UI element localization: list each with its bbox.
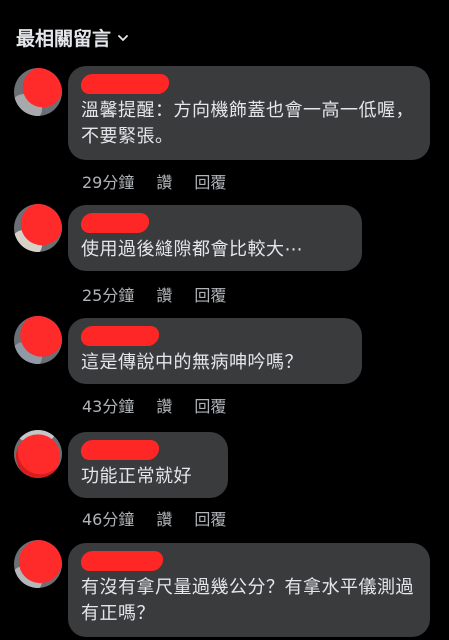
redacted-author-name[interactable] — [79, 326, 161, 346]
comment-timestamp: 25分鐘 — [82, 286, 135, 305]
comment-text: 溫馨提醒：方向機飾蓋也會一高一低喔，不要緊張。 — [81, 100, 414, 147]
most-relevant-comments-filter[interactable]: 最相關留言 — [16, 24, 129, 51]
redacted-author-name[interactable] — [79, 74, 171, 94]
avatar[interactable] — [14, 430, 62, 478]
comment-text: 使用過後縫隙都會比較大⋯ — [81, 239, 303, 260]
avatar[interactable] — [14, 316, 62, 364]
comment-bubble: 溫馨提醒：方向機飾蓋也會一高一低喔，不要緊張。 — [68, 66, 430, 160]
comment-bubble: 這是傳說中的無病呻吟嗎？ — [68, 318, 362, 384]
like-button[interactable]: 讚 — [156, 169, 172, 193]
redacted-author-name[interactable] — [79, 213, 151, 233]
comment-bubble: 有沒有拿尺量過幾公分？有拿水平儀測過有正嗎？ — [68, 543, 430, 637]
redacted-author-name[interactable] — [79, 551, 165, 571]
chevron-down-icon — [118, 34, 128, 41]
redacted-author-name[interactable] — [79, 440, 161, 460]
comment-text: 有沒有拿尺量過幾公分？有拿水平儀測過有正嗎？ — [81, 577, 414, 624]
comment-timestamp: 43分鐘 — [82, 397, 135, 416]
avatar[interactable] — [14, 204, 62, 252]
comment-text: 這是傳說中的無病呻吟嗎？ — [81, 352, 303, 373]
avatar[interactable] — [14, 68, 62, 116]
comment-bubble: 功能正常就好 — [68, 432, 228, 498]
comment-text: 功能正常就好 — [81, 466, 192, 487]
avatar[interactable] — [14, 540, 62, 588]
reply-button[interactable]: 回覆 — [194, 506, 226, 530]
comment-timestamp: 29分鐘 — [82, 173, 135, 192]
like-button[interactable]: 讚 — [156, 393, 172, 417]
comment-bubble: 使用過後縫隙都會比較大⋯ — [68, 205, 362, 271]
reply-button[interactable]: 回覆 — [194, 393, 226, 417]
reply-button[interactable]: 回覆 — [194, 282, 226, 306]
like-button[interactable]: 讚 — [156, 506, 172, 530]
like-button[interactable]: 讚 — [156, 282, 172, 306]
reply-button[interactable]: 回覆 — [194, 169, 226, 193]
comments-sort-label: 最相關留言 — [16, 28, 112, 50]
comment-timestamp: 46分鐘 — [82, 510, 135, 529]
